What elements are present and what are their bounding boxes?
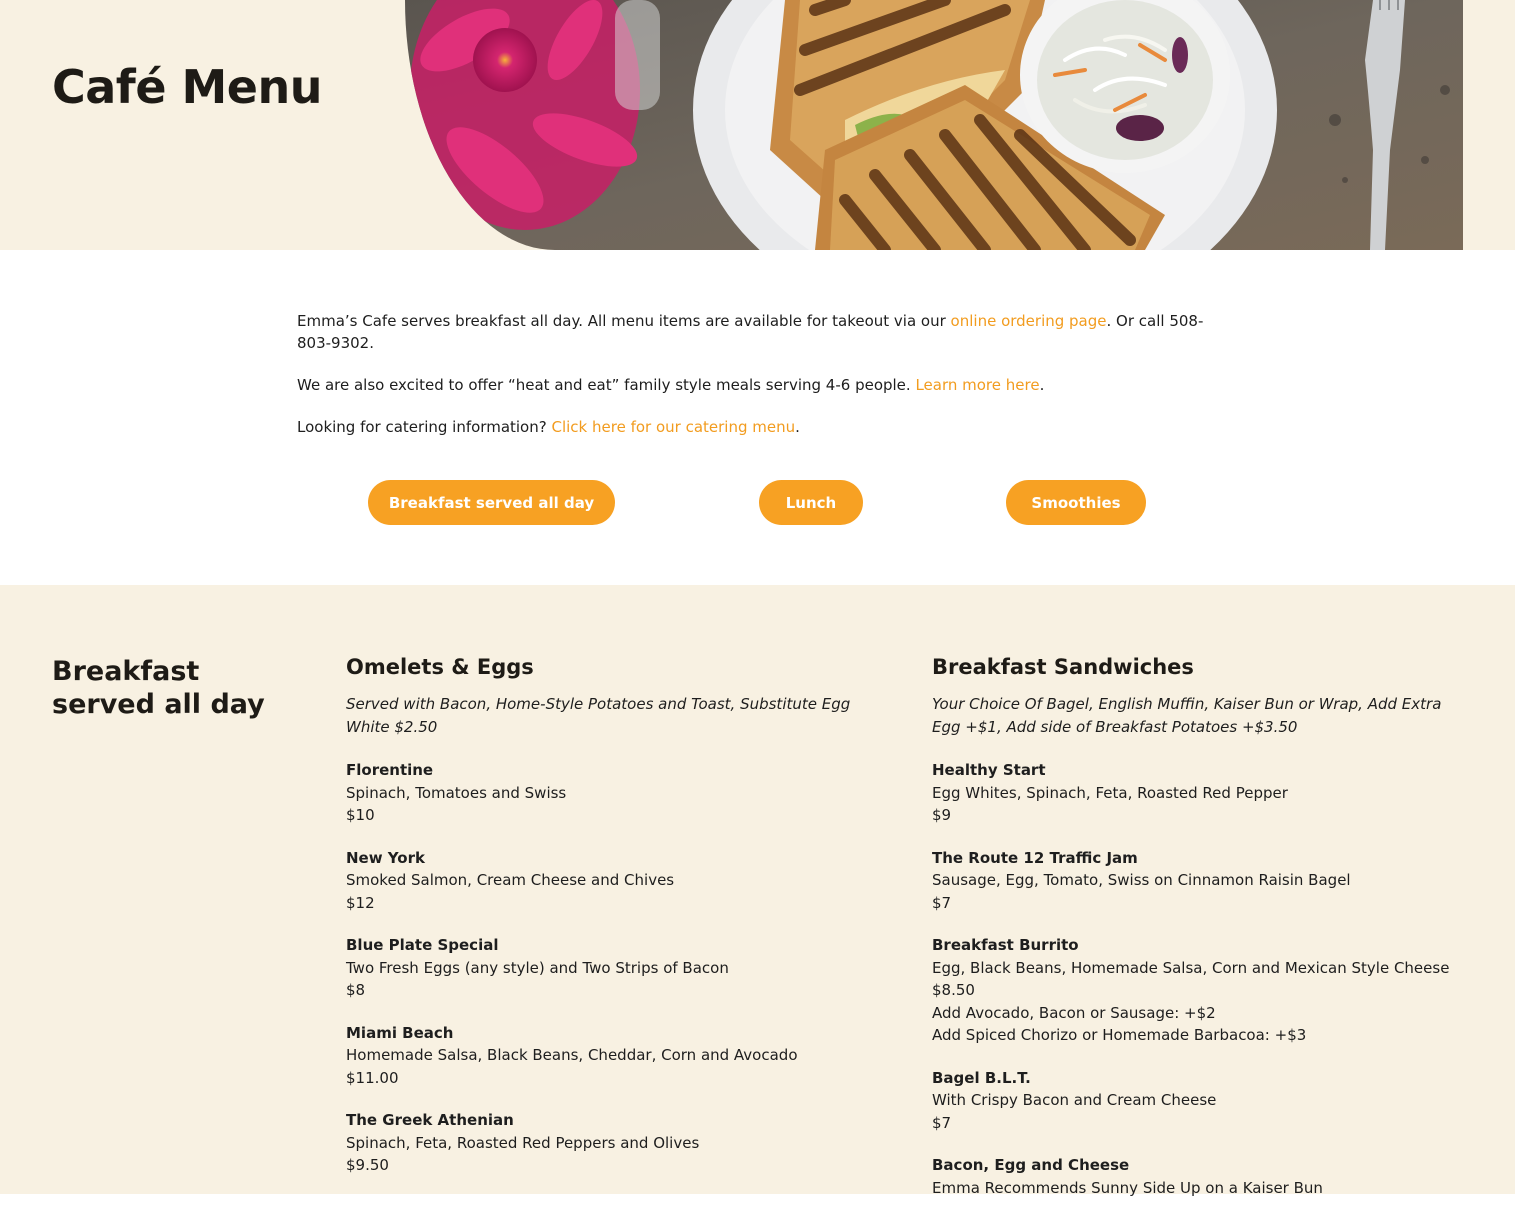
menu-item-description: Homemade Salsa, Black Beans, Cheddar, Co… <box>346 1046 798 1064</box>
menu-item-name: Breakfast Burrito <box>932 936 1079 954</box>
grilled-sandwich-photo <box>405 0 1463 250</box>
menu-item-price: $11.00 <box>346 1068 399 1087</box>
menu-item: Bagel B.L.T. With Crispy Bacon and Cream… <box>932 1067 1452 1135</box>
menu-item-name: Bagel B.L.T. <box>932 1068 1031 1087</box>
menu-item-description: Smoked Salmon, Cream Cheese and Chives <box>346 871 675 889</box>
page-title: Café Menu <box>52 60 323 114</box>
breakfast-menu-section: Breakfast served all day Omelets & Eggs … <box>0 585 1515 1197</box>
smoothies-tab-button[interactable]: Smoothies <box>1006 480 1146 525</box>
menu-item-name: Miami Beach <box>346 1023 454 1042</box>
menu-item-description: Two Fresh Eggs (any style) and Two Strip… <box>346 958 729 977</box>
menu-item-name: Healthy Start <box>932 761 1046 779</box>
menu-item-name: The Greek Athenian <box>346 1111 514 1129</box>
intro-paragraph-catering: Looking for catering information? Click … <box>297 416 1217 438</box>
menu-item: New York Smoked Salmon, Cream Cheese and… <box>346 847 866 915</box>
menu-item-name: Blue Plate Special <box>346 936 499 954</box>
menu-item: Florentine Spinach, Tomatoes and Swiss $… <box>346 759 866 827</box>
menu-item: The Greek Athenian Spinach, Feta, Roaste… <box>346 1109 866 1177</box>
hero-banner: Café Menu <box>0 0 1515 250</box>
menu-item-description: Emma Recommends Sunny Side Up on a Kaise… <box>932 1178 1323 1197</box>
intro-text-2-after: . <box>1039 376 1045 394</box>
menu-item-price: $9 <box>932 806 952 824</box>
intro-paragraph-ordering: Emma’s Cafe serves breakfast all day. Al… <box>297 310 1217 354</box>
menu-item-price: $9.50 <box>346 1156 389 1174</box>
menu-item: Healthy Start Egg Whites, Spinach, Feta,… <box>932 759 1452 827</box>
sandwiches-heading: Breakfast Sandwiches <box>932 655 1194 679</box>
menu-item-description: Spinach, Tomatoes and Swiss <box>346 783 567 802</box>
menu-item-price: $7 <box>932 893 952 912</box>
menu-item: Miami Beach Homemade Salsa, Black Beans,… <box>346 1022 866 1090</box>
menu-item-price: $8 <box>346 981 366 999</box>
menu-item-description: With Crispy Bacon and Cream Cheese <box>932 1091 1217 1109</box>
catering-menu-link[interactable]: Click here for our catering menu <box>551 418 795 436</box>
menu-item-name: The Route 12 Traffic Jam <box>932 848 1138 867</box>
menu-item-name: New York <box>346 848 425 867</box>
menu-item-addon: Add Avocado, Bacon or Sausage: +$2 <box>932 1003 1216 1022</box>
online-ordering-link[interactable]: online ordering page <box>951 312 1107 330</box>
menu-item-addon: Add Spiced Chorizo or Homemade Barbacoa:… <box>932 1026 1307 1044</box>
menu-item-price: $12 <box>346 893 375 912</box>
intro-text-3: Looking for catering information? <box>297 418 552 436</box>
menu-item: Blue Plate Special Two Fresh Eggs (any s… <box>346 934 866 1002</box>
scrollbar-track[interactable] <box>1515 0 1530 1194</box>
omelets-note: Served with Bacon, Home-Style Potatoes a… <box>346 695 851 736</box>
intro-text-2: We are also excited to offer “heat and e… <box>297 376 916 394</box>
section-title: Breakfast served all day <box>52 656 265 720</box>
menu-item-description: Sausage, Egg, Tomato, Swiss on Cinnamon … <box>932 871 1351 889</box>
learn-more-link[interactable]: Learn more here <box>915 376 1039 394</box>
menu-item-price: $7 <box>932 1113 952 1132</box>
menu-item-price: $8.50 <box>932 981 975 999</box>
sandwiches-note: Your Choice Of Bagel, English Muffin, Ka… <box>932 695 1442 736</box>
menu-item-name: Florentine <box>346 761 434 779</box>
menu-item-description: Spinach, Feta, Roasted Red Peppers and O… <box>346 1133 700 1152</box>
menu-item: Breakfast Burrito Egg, Black Beans, Home… <box>932 934 1452 1047</box>
hero-photo <box>405 0 1463 250</box>
intro-paragraph-family-meals: We are also excited to offer “heat and e… <box>297 374 1217 396</box>
intro-text-3-after: . <box>795 418 800 436</box>
intro-text: Emma’s Cafe serves breakfast all day. Al… <box>297 310 1217 458</box>
omelets-column: Omelets & Eggs Served with Bacon, Home-S… <box>346 655 866 1197</box>
menu-item-name: Bacon, Egg and Cheese <box>932 1156 1130 1174</box>
menu-item-price: $10 <box>346 806 375 824</box>
menu-item-description: Egg Whites, Spinach, Feta, Roasted Red P… <box>932 783 1288 802</box>
intro-text-1: Emma’s Cafe serves breakfast all day. Al… <box>297 312 951 330</box>
menu-item-description: Egg, Black Beans, Homemade Salsa, Corn a… <box>932 958 1450 977</box>
lunch-tab-button[interactable]: Lunch <box>759 480 863 525</box>
menu-item: Bacon, Egg and Cheese Emma Recommends Su… <box>932 1154 1452 1199</box>
omelets-heading: Omelets & Eggs <box>346 655 534 679</box>
sandwiches-column: Breakfast Sandwiches Your Choice Of Bage… <box>932 655 1452 1219</box>
menu-item: The Route 12 Traffic Jam Sausage, Egg, T… <box>932 847 1452 915</box>
breakfast-tab-button[interactable]: Breakfast served all day <box>368 480 615 525</box>
